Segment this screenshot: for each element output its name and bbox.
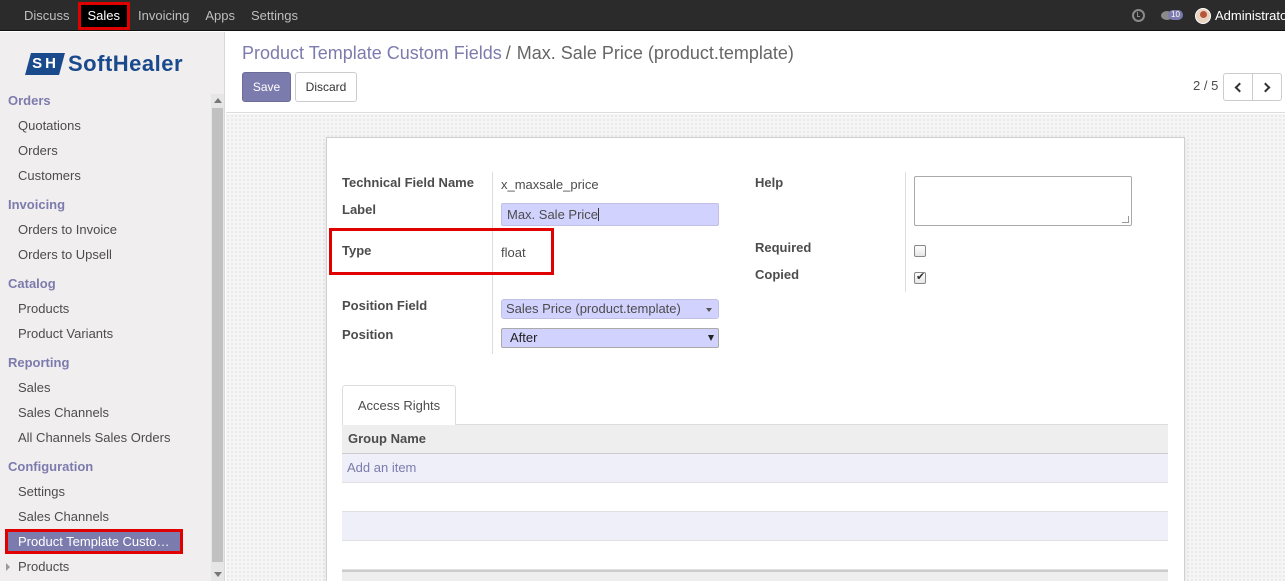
- menu-settings[interactable]: Settings: [243, 0, 306, 31]
- sidebar-section-orders: Orders: [8, 93, 51, 108]
- position-label: Position: [342, 327, 394, 342]
- sidebar-item-orders-to-invoice[interactable]: Orders to Invoice: [0, 217, 210, 242]
- messages-button[interactable]: 10: [1161, 9, 1183, 23]
- save-button[interactable]: Save: [242, 72, 291, 102]
- position-field-select[interactable]: Sales Price (product.template): [501, 299, 719, 319]
- label-input[interactable]: Max. Sale Price: [501, 203, 719, 226]
- sidebar-menu: Orders Quotations Orders Customers Invoi…: [0, 88, 210, 579]
- sidebar-item-sales-channels[interactable]: Sales Channels: [0, 504, 210, 529]
- position-field-label: Position Field: [342, 298, 428, 313]
- tab-access-rights[interactable]: Access Rights: [342, 385, 456, 425]
- breadcrumb-separator: /: [505, 43, 511, 63]
- position-field-select-value: Sales Price (product.template): [506, 301, 681, 316]
- copied-checkbox[interactable]: [914, 270, 926, 284]
- user-avatar[interactable]: [1195, 7, 1211, 24]
- sidebar-item-sales-channels-report[interactable]: Sales Channels: [0, 400, 210, 425]
- pager-previous-button[interactable]: [1223, 73, 1253, 101]
- group-name-column-header[interactable]: Group Name: [342, 425, 1168, 454]
- chevron-left-icon: [1234, 82, 1245, 92]
- sidebar-item-sales-report[interactable]: Sales: [0, 375, 210, 400]
- dropdown-arrow-icon: [706, 308, 712, 312]
- menu-discuss[interactable]: Discuss: [16, 0, 78, 31]
- type-label: Type: [342, 243, 372, 258]
- sidebar: SoftHealer Orders Quotations Orders Cust…: [0, 32, 225, 581]
- table-row: [342, 541, 1168, 570]
- menu-sales[interactable]: Sales: [77, 1, 131, 30]
- menu-apps[interactable]: Apps: [197, 0, 243, 31]
- help-label: Help: [755, 175, 784, 190]
- sidebar-item-all-channels-sales-orders[interactable]: All Channels Sales Orders: [0, 425, 210, 450]
- label-field-label: Label: [342, 202, 376, 217]
- pager-value: 2 / 5: [1193, 78, 1219, 93]
- sidebar-item-product-variants[interactable]: Product Variants: [0, 321, 210, 346]
- table-row: Add an item: [342, 454, 1168, 483]
- company-logo: SoftHealer: [25, 50, 198, 78]
- top-navbar: Discuss Sales Invoicing Apps Settings 10…: [0, 0, 1285, 31]
- sidebar-item-products-config[interactable]: Products: [0, 554, 210, 579]
- text-caret: [598, 208, 600, 221]
- scrollbar-thumb[interactable]: [212, 108, 223, 562]
- sidebar-item-customers[interactable]: Customers: [0, 163, 210, 188]
- control-panel: Product Template Custom Fields / Max. Sale…: [226, 32, 1285, 113]
- sidebar-item-product-template-custom-fields[interactable]: Product Template Custo…: [5, 529, 183, 554]
- breadcrumb-parent-link[interactable]: Product Template Custom Fields: [242, 43, 502, 63]
- type-value: float: [501, 245, 526, 260]
- breadcrumb: Product Template Custom Fields / Max. Sale…: [242, 43, 794, 64]
- required-label: Required: [755, 240, 812, 255]
- sidebar-item-products[interactable]: Products: [0, 296, 210, 321]
- dropdown-arrow-icon: [708, 335, 714, 341]
- discard-button[interactable]: Discard: [295, 72, 357, 102]
- help-textarea[interactable]: [914, 176, 1132, 226]
- label-input-value: Max. Sale Price: [507, 207, 599, 222]
- chevron-right-icon: [1260, 82, 1271, 92]
- add-an-item-link[interactable]: Add an item: [342, 454, 1168, 482]
- breadcrumb-current: Max. Sale Price (product.template): [516, 43, 794, 63]
- position-select-value: After: [510, 330, 538, 345]
- sidebar-item-settings[interactable]: Settings: [0, 479, 210, 504]
- logo-text: SoftHealer: [68, 51, 184, 76]
- sidebar-section-configuration: Configuration: [8, 459, 94, 474]
- technical-field-name-value: x_maxsale_price: [501, 177, 599, 192]
- scroll-up-arrow-icon[interactable]: [214, 98, 222, 103]
- copied-label: Copied: [755, 267, 800, 282]
- technical-field-name-label: Technical Field Name: [342, 175, 474, 190]
- sidebar-scrollbar[interactable]: [211, 94, 224, 581]
- sidebar-section-reporting: Reporting: [8, 355, 70, 370]
- sidebar-item-orders-to-upsell[interactable]: Orders to Upsell: [0, 242, 210, 267]
- user-menu[interactable]: Administrator: [1215, 8, 1285, 23]
- scroll-down-arrow-icon[interactable]: [214, 572, 222, 577]
- table-row: [342, 483, 1168, 512]
- sidebar-item-orders[interactable]: Orders: [0, 138, 210, 163]
- required-checkbox[interactable]: [914, 245, 926, 257]
- sidebar-section-invoicing: Invoicing: [8, 197, 66, 212]
- right-group-divider: [905, 172, 906, 292]
- menu-invoicing[interactable]: Invoicing: [130, 0, 197, 31]
- sidebar-section-catalog: Catalog: [8, 276, 56, 291]
- message-count-badge: 10: [1168, 9, 1183, 20]
- table-row: [342, 512, 1168, 541]
- logo-mark-icon: [25, 53, 65, 75]
- sidebar-item-quotations[interactable]: Quotations: [0, 113, 210, 138]
- pager-next-button[interactable]: [1252, 73, 1282, 101]
- main-menu: Discuss Sales Invoicing Apps Settings: [16, 0, 306, 31]
- position-select[interactable]: After: [501, 328, 719, 348]
- table-footer: [342, 570, 1168, 581]
- systray: 10 Administrator: [1132, 0, 1285, 31]
- activity-clock-icon[interactable]: [1132, 9, 1145, 22]
